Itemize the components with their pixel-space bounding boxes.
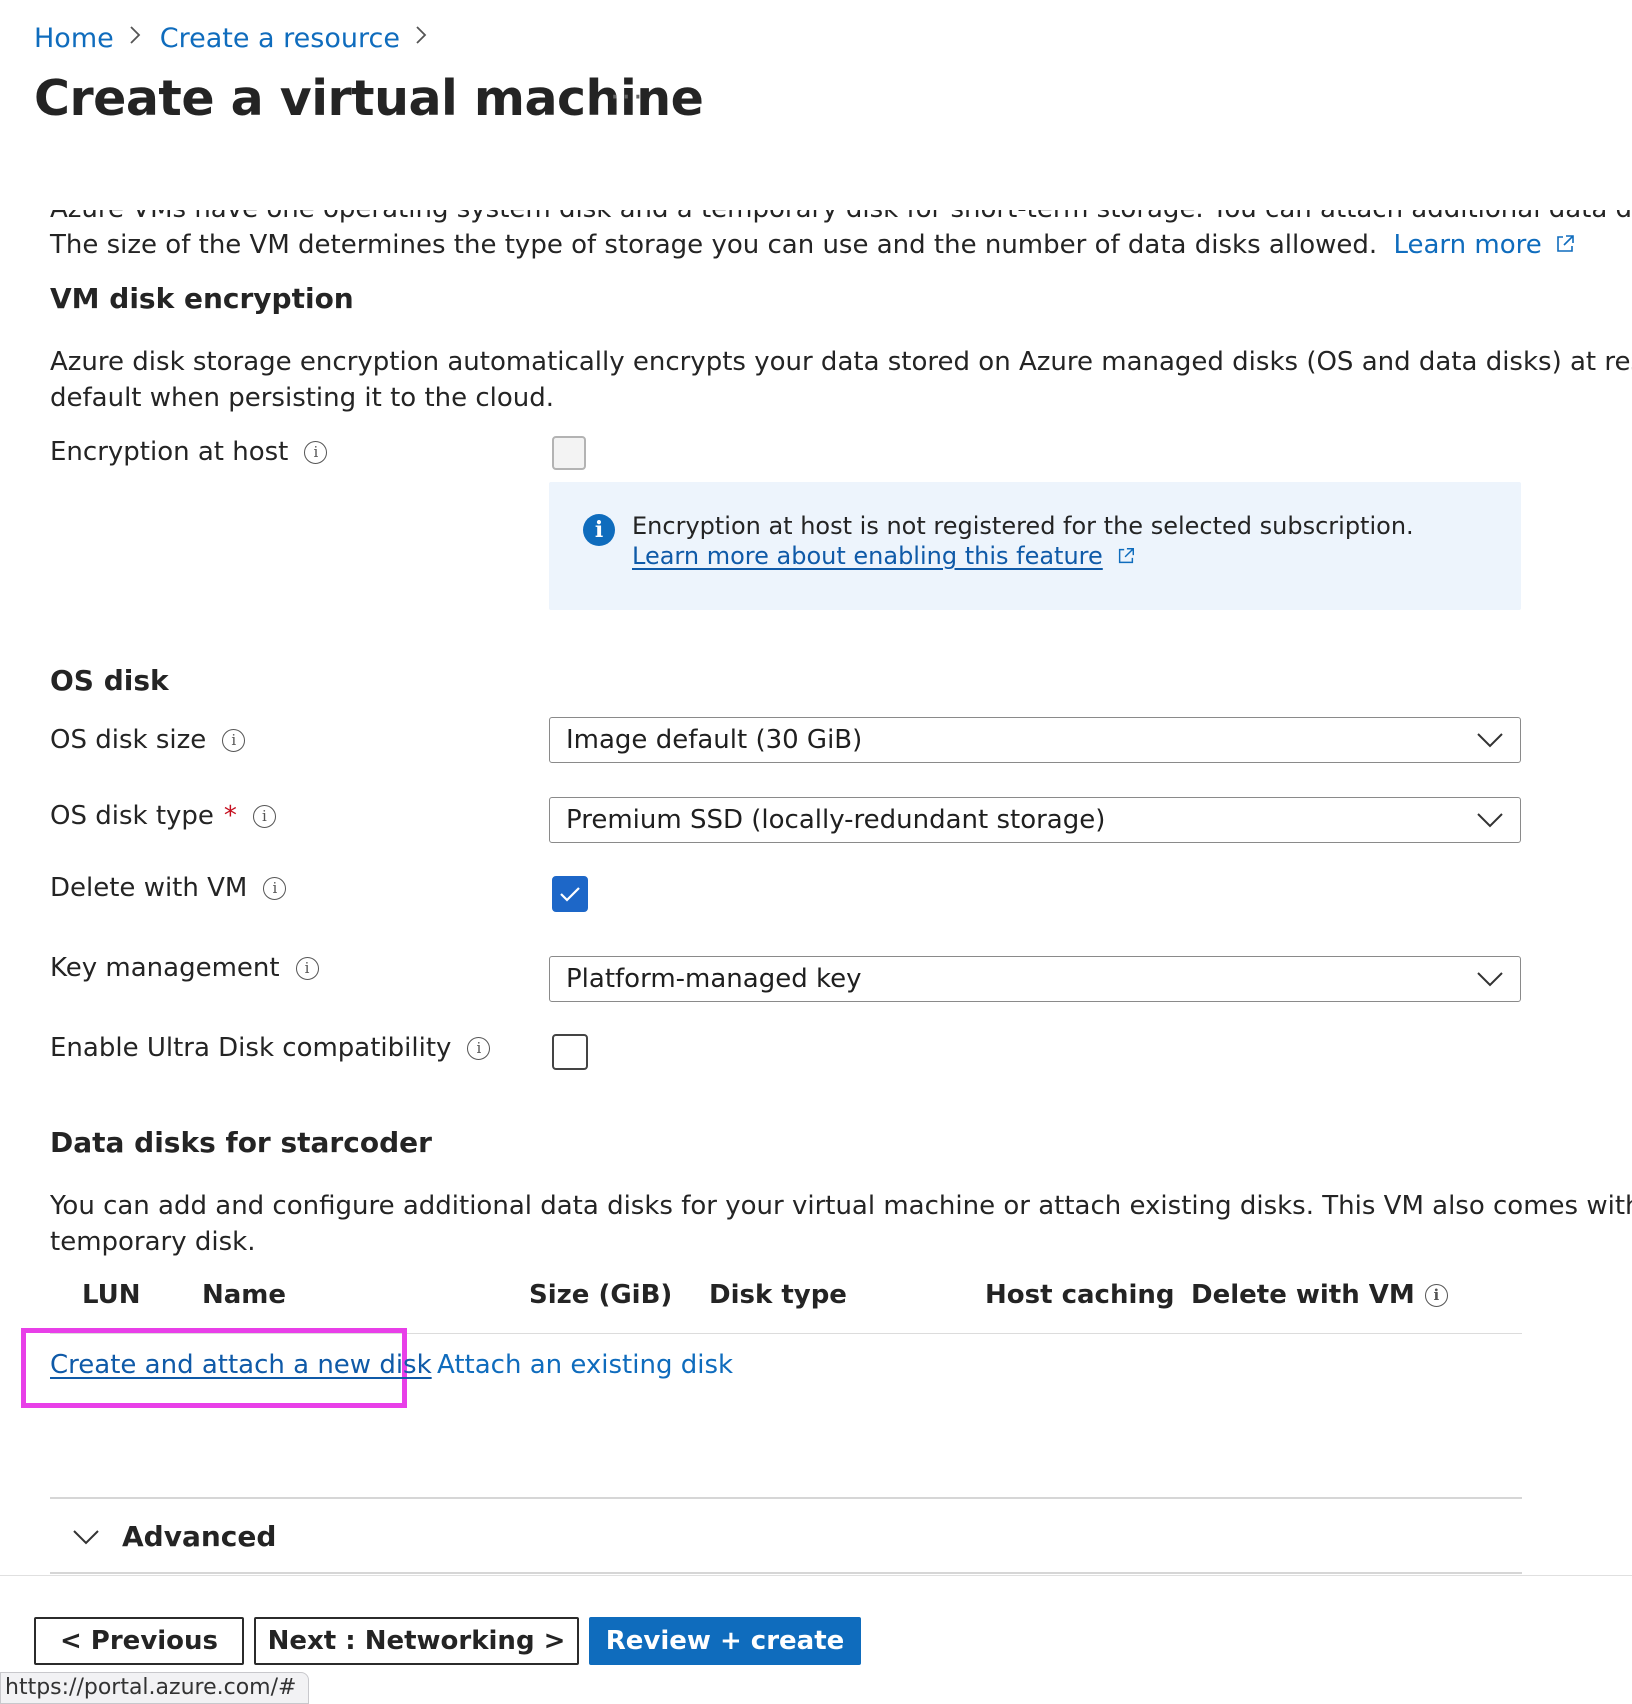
column-header-lun: LUN [82, 1280, 141, 1310]
chevron-down-icon [1477, 813, 1503, 828]
key-management-text: Key management [50, 953, 280, 983]
advanced-divider-bottom [50, 1572, 1522, 1574]
info-icon[interactable]: i [252, 804, 276, 828]
os-disk-size-select[interactable]: Image default (30 GiB) [549, 717, 1521, 763]
os-disk-type-text: OS disk type [50, 801, 214, 831]
intro-clipped-text: Azure VMs have one operating system disk… [50, 210, 1632, 224]
required-marker: * [223, 801, 237, 831]
os-disk-size-label: OS disk size i [50, 722, 246, 758]
page-title: Create a virtual machine [34, 70, 704, 127]
breadcrumb: Home Create a resource [34, 18, 446, 58]
key-management-select[interactable]: Platform-managed key [549, 956, 1521, 1002]
info-message-text: Encryption at host is not registered for… [632, 512, 1414, 540]
previous-button[interactable]: < Previous [34, 1617, 244, 1665]
delete-with-vm-label: Delete with VM i [50, 870, 287, 906]
learn-more-label: Learn more [1393, 230, 1542, 260]
data-disks-heading: Data disks for starcoder [50, 1126, 432, 1159]
encryption-info-message: i Encryption at host is not registered f… [549, 482, 1521, 610]
next-networking-button[interactable]: Next : Networking > [254, 1617, 579, 1665]
learn-more-link[interactable]: Learn more [1393, 230, 1576, 260]
external-link-icon [1557, 235, 1574, 252]
breadcrumb-create-resource-link[interactable]: Create a resource [160, 23, 400, 54]
os-disk-size-value: Image default (30 GiB) [566, 725, 863, 755]
review-create-button[interactable]: Review + create [589, 1617, 861, 1665]
column-header-delete-text: Delete with VM [1191, 1280, 1415, 1310]
ultra-disk-checkbox[interactable] [552, 1034, 588, 1070]
column-header-disk-type: Disk type [709, 1280, 847, 1310]
encryption-at-host-checkbox[interactable] [552, 436, 586, 470]
ultra-disk-label: Enable Ultra Disk compatibility i [50, 1030, 491, 1066]
ultra-disk-text: Enable Ultra Disk compatibility [50, 1033, 452, 1063]
advanced-label: Advanced [122, 1520, 277, 1553]
encryption-at-host-text: Encryption at host [50, 437, 289, 467]
delete-with-vm-text: Delete with VM [50, 873, 248, 903]
info-icon[interactable]: i [304, 440, 328, 464]
encryption-description-1: Azure disk storage encryption automatica… [50, 347, 1632, 377]
more-options-icon[interactable]: ··· [610, 80, 645, 115]
attach-existing-disk-link[interactable]: Attach an existing disk [437, 1350, 733, 1380]
external-link-icon [1119, 548, 1135, 564]
advanced-section-toggle[interactable]: Advanced [72, 1520, 276, 1553]
column-header-delete-with-vm: Delete with VM i [1191, 1280, 1448, 1310]
enable-feature-link-label: Learn more about enabling this feature [632, 542, 1103, 570]
breadcrumb-home-link[interactable]: Home [34, 23, 114, 54]
key-management-value: Platform-managed key [566, 964, 862, 994]
encryption-at-host-label: Encryption at host i [50, 434, 328, 470]
os-disk-heading: OS disk [50, 664, 169, 697]
info-icon[interactable]: i [1424, 1283, 1448, 1307]
data-disks-description-1: You can add and configure additional dat… [50, 1191, 1632, 1221]
os-disk-type-value: Premium SSD (locally-redundant storage) [566, 805, 1106, 835]
chevron-down-icon [1477, 972, 1503, 987]
column-header-size: Size (GiB) [529, 1280, 673, 1310]
encryption-description-2: default when persisting it to the cloud. [50, 383, 555, 413]
intro-line: The size of the VM determines the type o… [50, 230, 1378, 260]
info-icon: i [583, 514, 615, 546]
data-disks-description-2: temporary disk. [50, 1227, 256, 1257]
enable-feature-link[interactable]: Learn more about enabling this feature [632, 542, 1136, 570]
os-disk-type-label: OS disk type * i [50, 798, 276, 834]
disks-tab-content[interactable]: Azure VMs have one operating system disk… [0, 210, 1632, 1575]
info-icon[interactable]: i [295, 956, 319, 980]
key-management-label: Key management i [50, 950, 319, 986]
chevron-right-icon [128, 24, 142, 52]
status-bar-url: https://portal.azure.com/# [0, 1672, 310, 1704]
chevron-down-icon [1477, 733, 1503, 748]
os-disk-size-text: OS disk size [50, 725, 207, 755]
info-icon[interactable]: i [222, 728, 246, 752]
column-header-host-caching: Host caching [985, 1280, 1175, 1310]
create-attach-disk-link[interactable]: Create and attach a new disk [50, 1350, 432, 1380]
intro-text: The size of the VM determines the type o… [50, 230, 1576, 260]
info-icon[interactable]: i [467, 1036, 491, 1060]
chevron-down-icon [73, 1529, 99, 1544]
checkmark-icon [560, 887, 580, 902]
info-icon[interactable]: i [263, 876, 287, 900]
chevron-right-icon [414, 24, 428, 52]
delete-with-vm-checkbox[interactable] [552, 876, 588, 912]
os-disk-type-select[interactable]: Premium SSD (locally-redundant storage) [549, 797, 1521, 843]
encryption-heading: VM disk encryption [50, 282, 354, 315]
advanced-divider-top [50, 1497, 1522, 1499]
column-header-name: Name [202, 1280, 287, 1310]
